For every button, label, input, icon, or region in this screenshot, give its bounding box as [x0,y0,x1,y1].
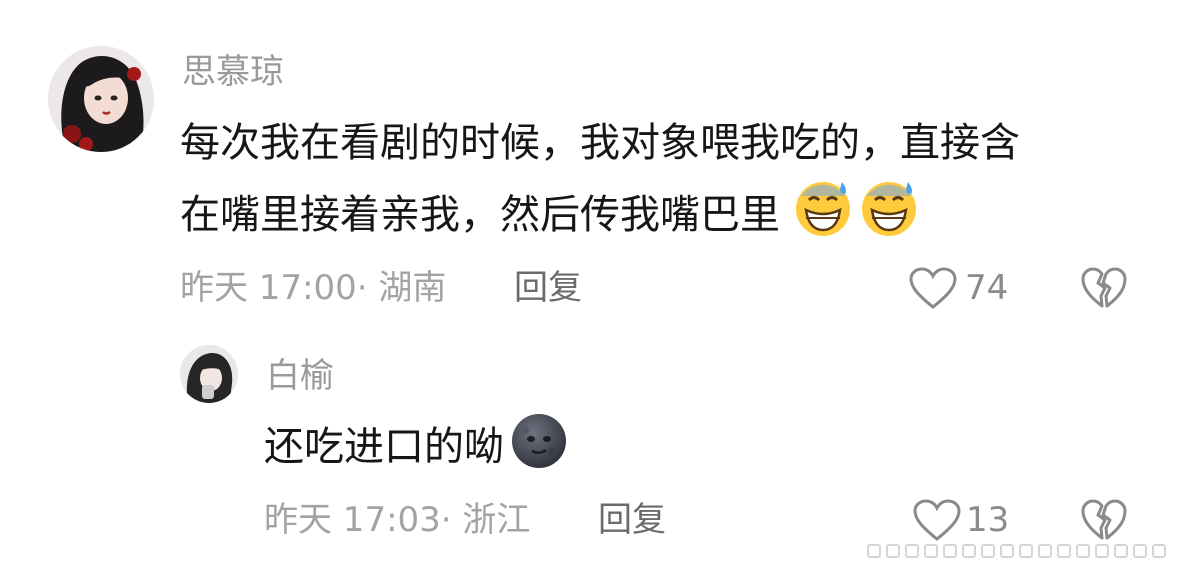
avatar[interactable] [48,46,154,152]
comment-text-line: 还吃进口的呦 [264,424,504,470]
comment-meta: 昨天 17:00· 湖南 [180,268,447,308]
heart-icon[interactable] [908,266,958,314]
comment-username[interactable]: 白榆 [266,356,334,396]
like-count: 13 [966,500,1010,540]
watermark-dots [867,544,1166,558]
avatar[interactable] [180,345,238,403]
comment-username[interactable]: 思慕琼 [182,52,284,92]
comment-meta: 昨天 17:03· 浙江 [264,500,531,540]
reply-button[interactable]: 回复 [598,500,666,540]
broken-heart-icon[interactable] [1080,266,1128,314]
new-moon-face-emoji [510,412,568,492]
comment-text: 还吃进口的呦 [264,412,568,492]
comment-text-line: 在嘴里接着亲我，然后传我嘴巴里 [180,192,780,238]
avatar-girl-illustration [48,46,154,152]
comment-text-line: 每次我在看剧的时候，我对象喂我吃的，直接含 [180,120,1020,166]
comment-text: 每次我在看剧的时候，我对象喂我吃的，直接含 在嘴里接着亲我，然后传我嘴巴里 [180,108,1130,260]
grinning-sweat-emoji [859,178,919,260]
avatar-boy-illustration [180,345,238,403]
reply-button[interactable]: 回复 [514,268,582,308]
grinning-sweat-emoji [793,178,853,260]
comment-text-line-2: 在嘴里接着亲我，然后传我嘴巴里 [180,178,1130,260]
broken-heart-icon[interactable] [1080,498,1128,546]
heart-icon[interactable] [912,498,962,546]
like-count: 74 [965,268,1009,308]
